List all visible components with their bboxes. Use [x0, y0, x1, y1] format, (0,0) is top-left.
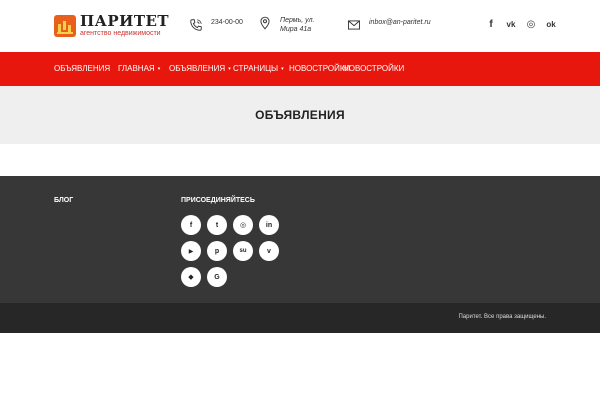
pinterest-icon[interactable]: p	[207, 241, 227, 261]
footer-join-heading: ПРИСОЕДИНЯЙТЕСЬ	[181, 197, 255, 204]
nav-item-label: ОБЪЯВЛЕНИЯ	[169, 64, 226, 73]
logo-subtitle: агентство недвижимости	[80, 30, 161, 37]
main-nav: ОБЪЯВЛЕНИЯ ГЛАВНАЯ ▾ ОБЪЯВЛЕНИЯ ▾ СТРАНИЦЫ…	[0, 52, 600, 86]
page-title-band: ОБЪЯВЛЕНИЯ	[0, 86, 600, 144]
chevron-down-icon: ▾	[228, 66, 231, 72]
phone-number[interactable]: 234-00-00	[211, 18, 243, 27]
nav-item-pages[interactable]: СТРАНИЦЫ ▾	[233, 64, 284, 73]
nav-item-listings[interactable]: ОБЪЯВЛЕНИЯ	[54, 64, 110, 73]
instagram-icon[interactable]: ◎	[233, 215, 253, 235]
logo-title: ПАРИТЕТ	[80, 12, 170, 30]
envelope-icon	[347, 20, 361, 30]
nav-item-label: ГЛАВНАЯ	[118, 64, 155, 73]
page-title: ОБЪЯВЛЕНИЯ	[255, 108, 345, 122]
logo[interactable]: ПАРИТЕТ агентство недвижимости	[54, 14, 169, 38]
nav-item-new-buildings-2[interactable]: НОВОСТРОЙКИ	[343, 64, 404, 73]
nav-item-label: НОВОСТРОЙКИ	[289, 64, 351, 73]
facebook-icon[interactable]: f	[181, 215, 201, 235]
facebook-icon[interactable]: f	[486, 19, 496, 31]
vimeo-icon[interactable]: v	[259, 241, 279, 261]
google-icon[interactable]: G	[207, 267, 227, 287]
nav-item-listings-dropdown[interactable]: ОБЪЯВЛЕНИЯ ▾	[169, 64, 231, 73]
copyright-text: Паритет. Все права защищены.	[458, 314, 546, 320]
contact-email: inbox@an-paritet.ru	[347, 18, 431, 32]
nav-item-label: ОБЪЯВЛЕНИЯ	[54, 64, 111, 73]
header-social-links: f vk ◎ ok	[486, 19, 556, 31]
nav-item-label: НОВОСТРОЙКИ	[343, 64, 405, 73]
footer-bottom-bar: Паритет. Все права защищены.	[0, 303, 600, 333]
youtube-icon[interactable]: ▶	[181, 241, 201, 261]
logo-icon	[54, 15, 76, 37]
nav-item-new-buildings[interactable]: НОВОСТРОЙКИ	[289, 64, 350, 73]
linkedin-icon[interactable]: in	[259, 215, 279, 235]
email-address[interactable]: inbox@an-paritet.ru	[369, 18, 431, 27]
odnoklassniki-icon[interactable]: ok	[546, 19, 556, 31]
map-pin-icon	[260, 16, 270, 30]
contact-address: Пермь, ул. Мира 41а	[258, 16, 328, 34]
twitter-icon[interactable]: t	[207, 215, 227, 235]
stumbleupon-icon[interactable]: su	[233, 241, 253, 261]
site-footer: БЛОГ ПРИСОЕДИНЯЙТЕСЬ f t ◎ in ▶ p su v ◆…	[0, 176, 600, 303]
vk-icon[interactable]: vk	[506, 19, 516, 31]
dropbox-icon[interactable]: ◆	[181, 267, 201, 287]
chevron-down-icon: ▾	[281, 66, 284, 72]
instagram-icon[interactable]: ◎	[526, 19, 536, 31]
phone-icon	[190, 19, 202, 31]
address-text: Пермь, ул. Мира 41а	[280, 17, 315, 33]
chevron-down-icon: ▾	[157, 66, 161, 72]
site-header: ПАРИТЕТ агентство недвижимости 234-00-00…	[0, 0, 600, 52]
nav-item-label: СТРАНИЦЫ	[233, 64, 279, 73]
footer-blog-heading: БЛОГ	[54, 197, 74, 204]
nav-item-home[interactable]: ГЛАВНАЯ ▾	[118, 64, 160, 73]
contact-phone: 234-00-00	[189, 18, 243, 32]
